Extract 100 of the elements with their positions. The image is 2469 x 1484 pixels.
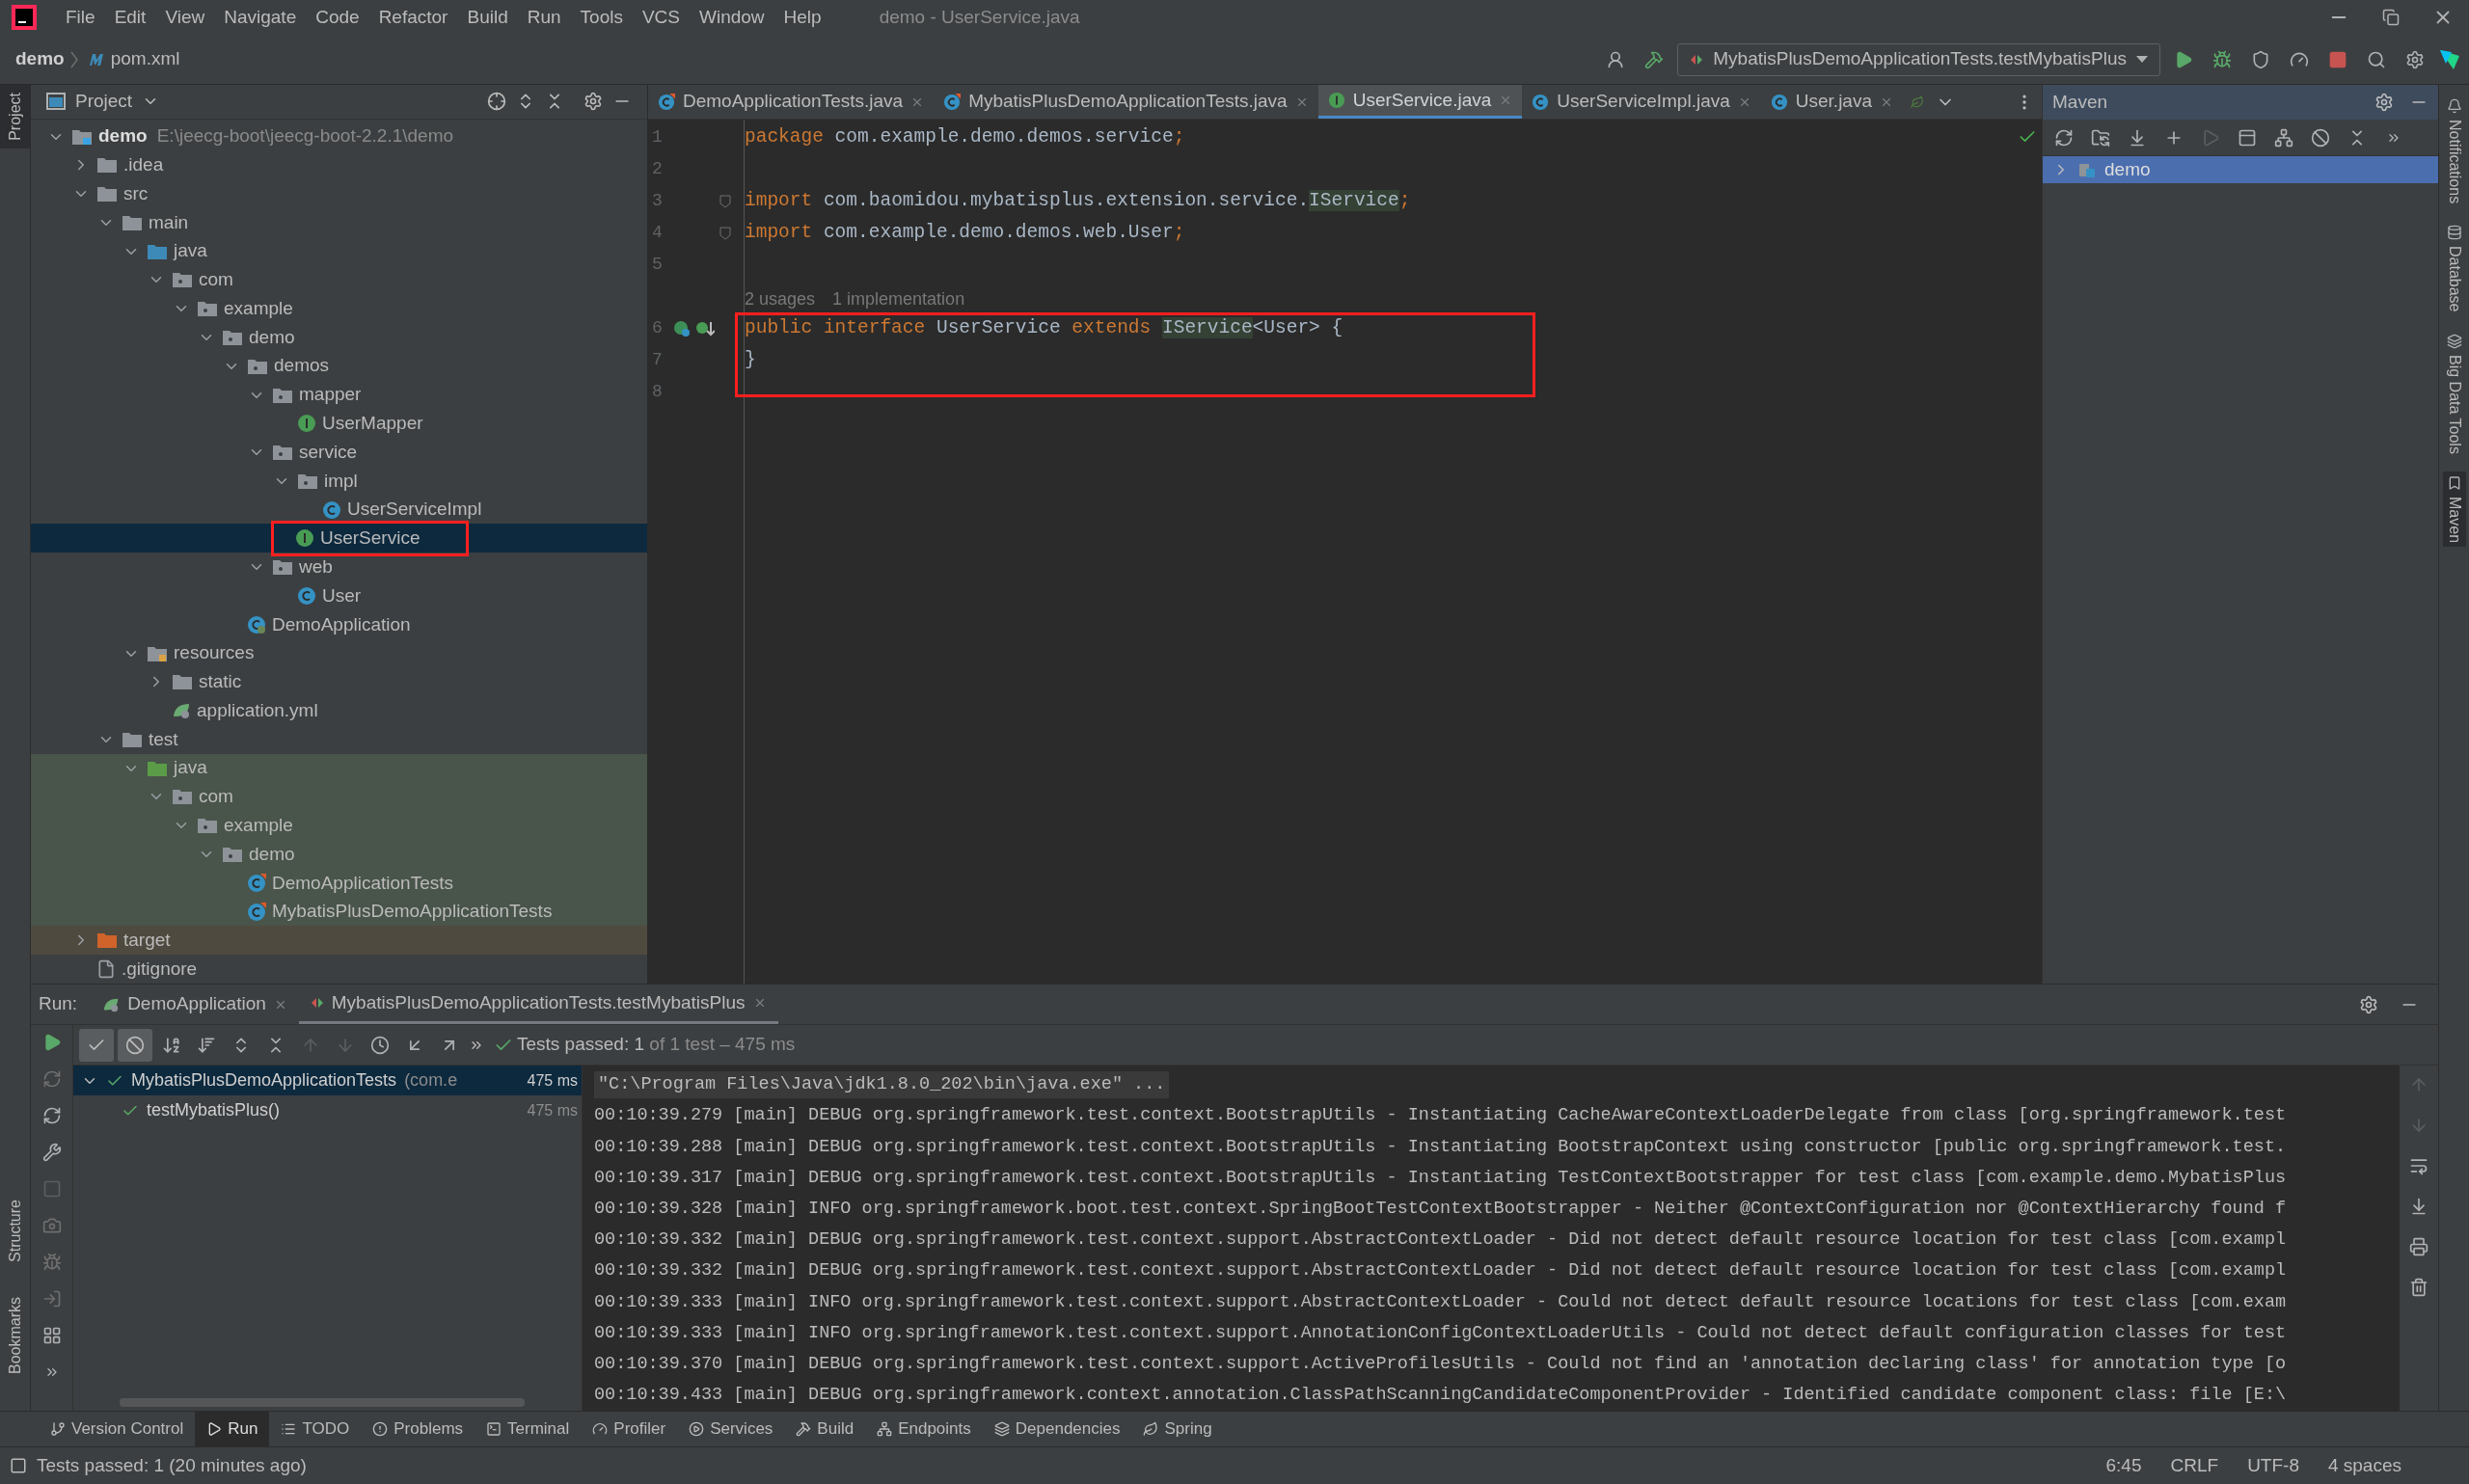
tree-item[interactable]: DemoApplicationTests	[31, 868, 647, 898]
menu-item[interactable]: VCS	[632, 3, 690, 32]
run-tab[interactable]: MybatisPlusDemoApplicationTests.testMybatisPlus	[298, 985, 778, 1024]
tree-item[interactable]: service	[31, 438, 647, 467]
editor-tab[interactable]: MybatisPlusDemoApplicationTests.java	[934, 85, 1318, 119]
snapshot-icon[interactable]	[41, 1216, 62, 1235]
editor-tab[interactable]: User.java	[1760, 85, 1903, 119]
run-tab[interactable]: DemoApplication	[91, 985, 299, 1024]
tool-window-button[interactable]: Terminal	[475, 1412, 582, 1446]
tree-item[interactable]: demo	[31, 323, 647, 352]
tree-item[interactable]: static	[31, 667, 647, 697]
test-row[interactable]: MybatisPlusDemoApplicationTests (com.e 475 ms	[73, 1066, 582, 1095]
inlay-hint[interactable]: 2 usages	[745, 286, 816, 312]
editor-tab[interactable]: UserServiceImpl.java	[1522, 85, 1761, 119]
reload-icon[interactable]	[2054, 127, 2074, 148]
menu-item[interactable]: Code	[306, 3, 369, 32]
settings-icon[interactable]	[2374, 93, 2394, 112]
scroll-to-end-icon[interactable]	[2409, 1197, 2428, 1216]
settings-icon[interactable]	[2359, 994, 2378, 1014]
debug-icon[interactable]	[2212, 49, 2232, 69]
locate-icon[interactable]	[487, 92, 506, 112]
tool-window-button[interactable]: Endpoints	[865, 1412, 983, 1446]
tool-window-button[interactable]: Services	[677, 1412, 785, 1446]
settings-icon[interactable]	[2405, 49, 2425, 69]
inlay-hint[interactable]: 1 implementation	[832, 286, 965, 312]
search-icon[interactable]	[2367, 49, 2386, 69]
tool-window-button[interactable]: Profiler	[581, 1412, 678, 1446]
tree-item[interactable]: web	[31, 553, 647, 582]
show-passed-toggle[interactable]	[79, 1028, 114, 1062]
menu-item[interactable]: Edit	[104, 3, 156, 32]
tree-item[interactable]: src	[31, 179, 647, 209]
tree-item[interactable]: UserService	[31, 524, 647, 553]
menu-item[interactable]: Tools	[570, 3, 633, 32]
tree-item[interactable]: UserMapper	[31, 409, 647, 439]
tree-item[interactable]: DemoApplication	[31, 610, 647, 639]
tool-window-tab[interactable]: Bookmarks	[0, 1288, 30, 1382]
run-icon[interactable]	[2174, 49, 2193, 69]
tool-window-button[interactable]: Dependencies	[982, 1412, 1132, 1446]
tree-item[interactable]: example	[31, 811, 647, 841]
debug-icon[interactable]	[41, 1253, 62, 1272]
tool-window-button[interactable]: Version Control	[39, 1412, 196, 1446]
status-item[interactable]: UTF-8	[2238, 1451, 2309, 1480]
status-item[interactable]: CRLF	[2160, 1451, 2229, 1480]
tool-window-tab[interactable]: Database	[2442, 221, 2466, 316]
tree-item[interactable]: .gitignore	[31, 955, 647, 984]
tree-item[interactable]: demos	[31, 351, 647, 381]
download-icon[interactable]	[2128, 127, 2147, 148]
menu-item[interactable]: Build	[457, 3, 518, 32]
tree-item[interactable]: test	[31, 725, 647, 754]
editor-tab[interactable]: UserService.java	[1317, 85, 1523, 119]
tree-item[interactable]: target	[31, 926, 647, 956]
test-row[interactable]: testMybatisPlus() 475 ms	[73, 1095, 582, 1125]
breadcrumb[interactable]: demo	[15, 45, 65, 73]
menu-item[interactable]: File	[56, 3, 105, 32]
tool-window-button[interactable]: Spring	[1131, 1412, 1224, 1446]
menu-item[interactable]: Run	[517, 3, 571, 32]
tree-item[interactable]: UserServiceImpl	[31, 495, 647, 525]
show-ignored-toggle[interactable]	[118, 1028, 152, 1062]
tool-window-button[interactable]: Run	[195, 1412, 270, 1446]
tree-item[interactable]: impl	[31, 466, 647, 496]
tree-item[interactable]: User	[31, 581, 647, 610]
run-config-dropdown[interactable]: MybatisPlusDemoApplicationTests.testMybatisPlus	[1677, 42, 2160, 76]
menu-item[interactable]: Navigate	[214, 3, 307, 32]
tool-window-button[interactable]: TODO	[269, 1412, 362, 1446]
tree-item[interactable]: application.yml	[31, 696, 647, 726]
leaf-icon[interactable]	[1911, 94, 1924, 109]
tree-item[interactable]: demo E:\jeecg-boot\jeecg-boot-2.2.1\demo	[31, 121, 647, 151]
clear-icon[interactable]	[2409, 1278, 2428, 1297]
panel-toggle-icon[interactable]	[10, 1457, 27, 1474]
tree-item[interactable]: mapper	[31, 380, 647, 410]
menu-item[interactable]: Window	[690, 3, 774, 32]
status-item[interactable]: 4 spaces	[2318, 1451, 2411, 1480]
tree-item[interactable]: .idea	[31, 150, 647, 180]
tree-item[interactable]: com	[31, 782, 647, 812]
menu-item[interactable]: View	[155, 3, 215, 32]
tool-window-tab[interactable]: Project	[0, 85, 30, 148]
tool-window-tab[interactable]: Big Data Tools	[2442, 329, 2466, 458]
tool-window-tab[interactable]: Notifications	[2442, 94, 2466, 208]
panel-title[interactable]: Project	[75, 88, 133, 116]
history-icon[interactable]	[370, 1035, 390, 1055]
menu-item[interactable]: Help	[773, 3, 831, 32]
fold-marker-icon[interactable]	[719, 194, 731, 208]
breadcrumb[interactable]: pom.xml	[110, 45, 180, 73]
tree-item[interactable]: example	[31, 294, 647, 324]
status-item[interactable]: 6:45	[2096, 1451, 2152, 1480]
menu-item[interactable]: Refactor	[368, 3, 458, 32]
stop-icon[interactable]	[2328, 49, 2347, 69]
tree-item[interactable]: java	[31, 236, 647, 266]
tool-window-button[interactable]: Build	[784, 1412, 866, 1446]
tree-item[interactable]: java	[31, 753, 647, 783]
wrench-icon[interactable]	[41, 1143, 62, 1162]
tree-item[interactable]: MybatisPlusDemoApplicationTests	[31, 897, 647, 927]
scrollbar[interactable]	[120, 1398, 525, 1407]
print-icon[interactable]	[2409, 1237, 2428, 1256]
tool-window-tab[interactable]: Structure	[0, 1192, 30, 1270]
editor-tab[interactable]: DemoApplicationTests.java	[648, 85, 935, 119]
soft-wrap-icon[interactable]	[2409, 1156, 2428, 1175]
tree-item[interactable]: resources	[31, 638, 647, 668]
tree-item[interactable]: com	[31, 265, 647, 295]
settings-icon[interactable]	[583, 92, 603, 112]
